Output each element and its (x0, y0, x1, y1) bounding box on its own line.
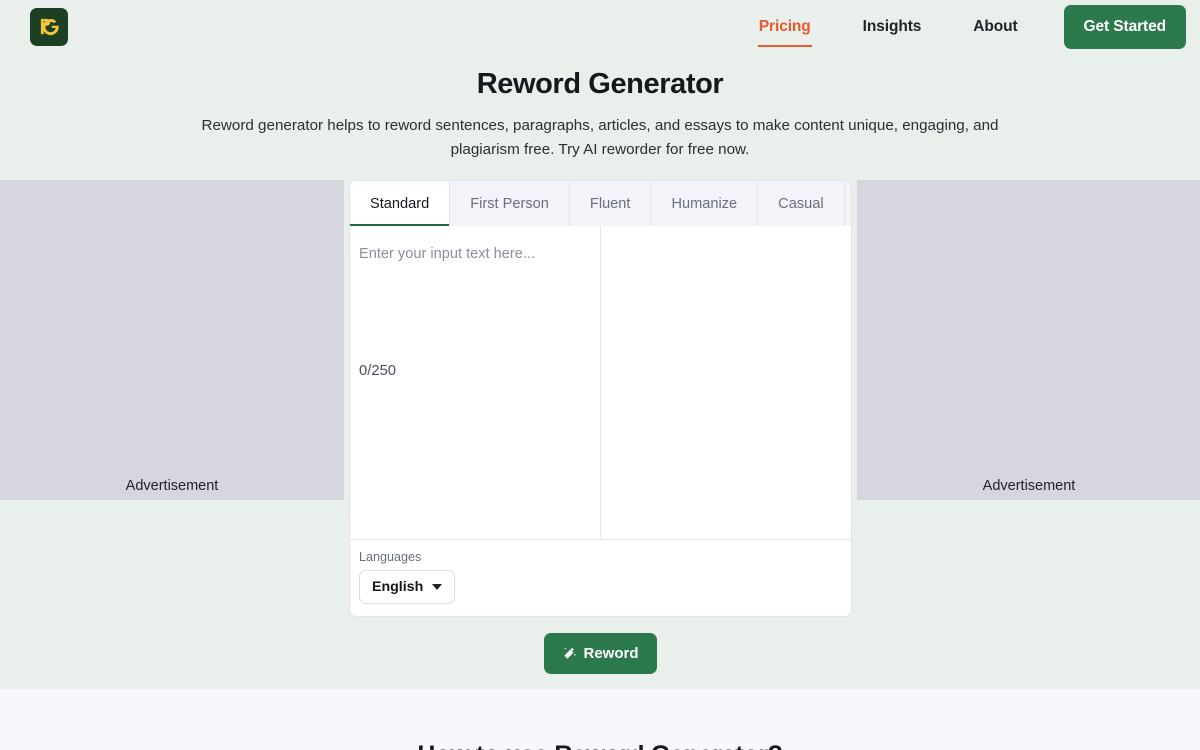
output-pane[interactable] (601, 226, 851, 539)
character-counter: 0/250 (359, 363, 397, 379)
reword-tool-card: Standard First Person Fluent Humanize Ca… (349, 180, 852, 674)
advertisement-right-label: Advertisement (982, 478, 1076, 494)
magic-wand-icon (564, 647, 577, 659)
howto-title: How to use Reword Generator? (0, 741, 1200, 750)
tab-fluent[interactable]: Fluent (569, 181, 652, 226)
brand-logo[interactable] (30, 7, 68, 46)
mode-tab-bar: Standard First Person Fluent Humanize Ca… (349, 180, 852, 226)
nav-link-about[interactable]: About (947, 14, 1043, 40)
get-started-button[interactable]: Get Started (1063, 4, 1186, 49)
rg-monogram-logo-icon (40, 18, 59, 36)
language-selected-value: English (372, 579, 424, 595)
page-subtitle: Reword generator helps to reword sentenc… (201, 117, 999, 158)
top-navbar: Pricing Insights About Get Started (0, 0, 1200, 53)
input-placeholder: Enter your input text here... (359, 246, 536, 262)
chevron-down-icon (432, 584, 443, 590)
language-dropdown[interactable]: English (359, 570, 456, 604)
advertisement-left: Advertisement (0, 180, 344, 500)
tab-first-person[interactable]: First Person (450, 181, 570, 226)
tab-overflow-clipped[interactable]: I (844, 181, 851, 226)
page-title: Reword Generator (476, 68, 724, 100)
advertisement-left-label: Advertisement (125, 478, 219, 494)
nav-link-insights[interactable]: Insights (837, 14, 948, 40)
nav-link-pricing[interactable]: Pricing (733, 14, 837, 47)
advertisement-right: Advertisement (857, 180, 1200, 500)
input-pane[interactable]: Enter your input text here... 0/250 (350, 226, 601, 539)
language-label: Languages (359, 550, 422, 564)
nav-links: Pricing Insights About (733, 14, 1044, 47)
reword-button-row: Reword (349, 633, 852, 674)
editor-panes: Enter your input text here... 0/250 (349, 226, 852, 540)
howto-section: How to use Reword Generator? (0, 689, 1200, 750)
reword-button[interactable]: Reword (544, 633, 657, 674)
tab-humanize[interactable]: Humanize (651, 181, 759, 226)
tab-standard[interactable]: Standard (350, 181, 451, 226)
tab-casual[interactable]: Casual (758, 181, 845, 226)
hero-section: Pricing Insights About Get Started Rewor… (0, 0, 1200, 674)
reword-button-label: Reword (583, 645, 639, 662)
main-content-row: Advertisement Standard First Person Flue… (0, 180, 1200, 674)
language-bar: Languages English (349, 540, 852, 617)
